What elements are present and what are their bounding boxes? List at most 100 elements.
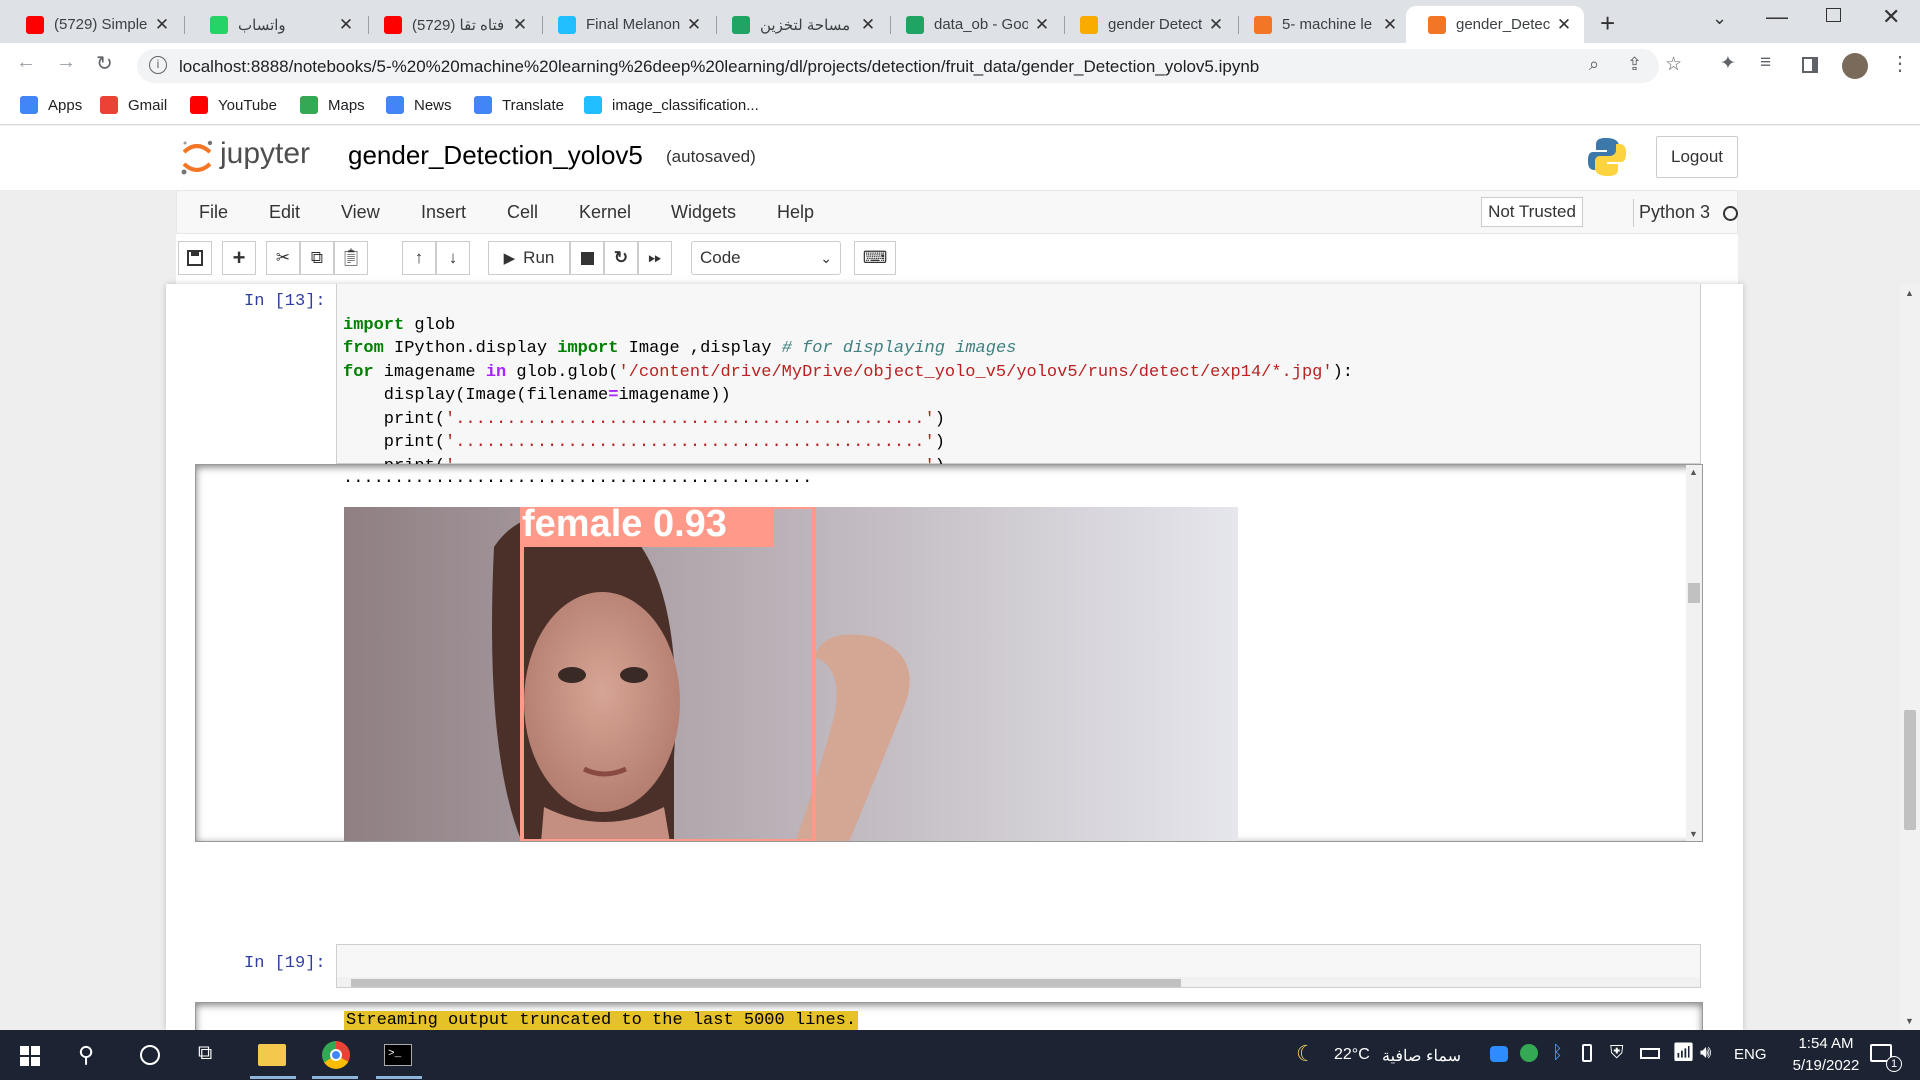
browser-tab[interactable]: (5729) فتاه تقا ✕ — [362, 6, 540, 43]
extensions-icon[interactable]: ✦ — [1720, 52, 1736, 75]
bookmark-item[interactable]: Maps — [300, 96, 365, 114]
paste-icon[interactable]: 📋︎ — [334, 241, 368, 275]
insert-cell-icon[interactable]: + — [222, 241, 256, 275]
move-up-icon[interactable]: ↑ — [402, 241, 436, 275]
code-line[interactable]: import glob from IPython.display import … — [343, 290, 1353, 478]
bluetooth-icon[interactable]: ᛒ — [1552, 1042, 1563, 1063]
zoom-tray-icon[interactable] — [1490, 1046, 1508, 1062]
input-language[interactable]: ENG — [1734, 1046, 1767, 1063]
bookmark-item[interactable]: Apps — [20, 96, 82, 114]
zoom-icon[interactable]: ⌕ — [1589, 54, 1599, 75]
close-tab-icon[interactable]: ✕ — [860, 15, 876, 35]
close-tab-icon[interactable]: ✕ — [686, 15, 702, 35]
task-view-icon[interactable]: ⧉ — [198, 1042, 212, 1065]
battery-icon[interactable] — [1640, 1048, 1660, 1059]
bookmark-item[interactable]: YouTube — [190, 96, 277, 114]
menu-view[interactable]: View — [341, 202, 380, 223]
chrome-taskbar-icon[interactable] — [322, 1041, 350, 1069]
volume-icon[interactable]: 🔊︎ — [1700, 1042, 1711, 1063]
menu-kernel[interactable]: Kernel — [579, 202, 631, 223]
browser-tab[interactable]: Final Melanon ✕ — [536, 6, 714, 43]
clock-time[interactable]: 1:54 AM — [1786, 1035, 1866, 1052]
scroll-thumb[interactable] — [1904, 710, 1916, 830]
media-control-icon[interactable]: ≡ — [1760, 52, 1771, 74]
code-cell-input[interactable]: !python detect.py --weights /content/dri… — [336, 944, 1701, 988]
browser-tab[interactable]: gender Detect ✕ — [1058, 6, 1236, 43]
close-window-button[interactable]: ✕ — [1882, 4, 1900, 30]
keyboard-shortcuts-icon[interactable]: ⌨ — [854, 241, 896, 275]
close-tab-icon[interactable]: ✕ — [154, 15, 170, 35]
browser-tab[interactable]: مساحة لتخزين ✕ — [710, 6, 888, 43]
clock-date[interactable]: 5/19/2022 — [1778, 1057, 1874, 1074]
back-icon[interactable]: ← — [16, 51, 36, 74]
close-tab-icon[interactable]: ✕ — [1208, 15, 1224, 35]
logout-button[interactable]: Logout — [1656, 136, 1738, 178]
scroll-up-arrow[interactable]: ▲ — [1905, 288, 1914, 298]
menu-file[interactable]: File — [199, 202, 228, 223]
bookmark-item[interactable]: Gmail — [100, 96, 167, 114]
bookmark-item[interactable]: News — [386, 96, 452, 114]
usb-icon[interactable] — [1582, 1044, 1592, 1062]
close-tab-icon[interactable]: ✕ — [512, 15, 528, 35]
network-app-tray-icon[interactable] — [1520, 1044, 1538, 1062]
url-omnibox[interactable]: i localhost:8888/notebooks/5-%20%20machi… — [137, 49, 1682, 83]
scroll-down-arrow[interactable]: ▼ — [1689, 829, 1698, 839]
save-icon[interactable] — [178, 241, 212, 275]
bookmark-item[interactable]: Translate — [474, 96, 564, 114]
close-tab-icon[interactable]: ✕ — [1382, 15, 1398, 35]
browser-tab[interactable]: 5- machine le ✕ — [1232, 6, 1410, 43]
browser-tab[interactable]: (5729) Simple ✕ — [4, 6, 182, 43]
terminal-taskbar-icon[interactable]: >_ — [384, 1044, 412, 1066]
restart-icon[interactable]: ↻ — [604, 241, 638, 275]
browser-tab[interactable]: واتساب ✕ — [188, 6, 366, 43]
move-down-icon[interactable]: ↓ — [436, 241, 470, 275]
scroll-down-arrow[interactable]: ▼ — [1905, 1016, 1914, 1026]
horizontal-scrollbar[interactable] — [337, 977, 1700, 987]
cortana-icon[interactable] — [140, 1045, 160, 1065]
new-tab-button[interactable]: + — [1600, 8, 1615, 39]
profile-avatar[interactable] — [1842, 53, 1868, 79]
reload-icon[interactable]: ↻ — [96, 51, 113, 76]
scroll-thumb[interactable] — [1688, 583, 1700, 603]
menu-cell[interactable]: Cell — [507, 202, 538, 223]
bookmark-item[interactable]: image_classification... — [584, 96, 759, 114]
jupyter-logo[interactable]: jupyter — [180, 136, 330, 176]
menu-insert[interactable]: Insert — [421, 202, 466, 223]
trust-indicator[interactable]: Not Trusted — [1481, 197, 1583, 227]
weather-temp[interactable]: 22°C — [1334, 1046, 1370, 1064]
notebook-title[interactable]: gender_Detection_yolov5 — [348, 140, 643, 171]
restore-button[interactable] — [1826, 8, 1841, 22]
cut-icon[interactable]: ✂ — [266, 241, 300, 275]
wifi-icon[interactable]: 📶︎ — [1672, 1042, 1695, 1063]
browser-tab[interactable]: data_ob - Goo ✕ — [884, 6, 1062, 43]
minimize-button[interactable]: — — [1766, 4, 1788, 30]
weather-description[interactable]: سماء صافية — [1382, 1046, 1461, 1066]
hscroll-thumb[interactable] — [351, 979, 1181, 987]
bookmark-star-icon[interactable]: ☆ — [1665, 53, 1682, 76]
cell-type-select[interactable]: Code ⌄ — [691, 241, 841, 275]
share-icon[interactable]: ⇪ — [1627, 54, 1642, 75]
menu-widgets[interactable]: Widgets — [671, 202, 736, 223]
tab-search-icon[interactable]: ⌄ — [1712, 8, 1727, 29]
search-icon[interactable]: ⚲ — [78, 1042, 94, 1068]
interrupt-icon[interactable] — [570, 241, 604, 275]
scroll-up-arrow[interactable]: ▲ — [1689, 467, 1698, 477]
output-area-scrolled[interactable]: ........................................… — [195, 464, 1703, 842]
file-explorer-icon[interactable] — [258, 1044, 286, 1066]
security-shield-icon[interactable]: ⛨ — [1610, 1042, 1624, 1063]
windows-start-icon[interactable] — [20, 1046, 40, 1066]
page-scrollbar[interactable]: ▲ ▼ — [1900, 284, 1920, 1030]
browser-menu-icon[interactable]: ⋮ — [1890, 51, 1910, 76]
close-tab-icon[interactable]: ✕ — [1034, 15, 1050, 35]
kernel-name[interactable]: Python 3 — [1639, 202, 1710, 223]
run-button[interactable]: ▶ Run — [488, 241, 570, 275]
site-info-icon[interactable]: i — [149, 56, 167, 74]
close-tab-icon[interactable]: ✕ — [338, 15, 354, 35]
url-text[interactable]: localhost:8888/notebooks/5-%20%20machine… — [179, 57, 1259, 77]
restart-run-all-icon[interactable]: ⏩︎ — [638, 241, 672, 275]
menu-edit[interactable]: Edit — [269, 202, 300, 223]
forward-icon[interactable]: → — [56, 51, 76, 74]
copy-icon[interactable]: ⧉ — [300, 241, 334, 275]
output-scrollbar[interactable]: ▲ ▼ — [1686, 465, 1702, 841]
close-tab-icon[interactable]: ✕ — [1556, 15, 1572, 35]
